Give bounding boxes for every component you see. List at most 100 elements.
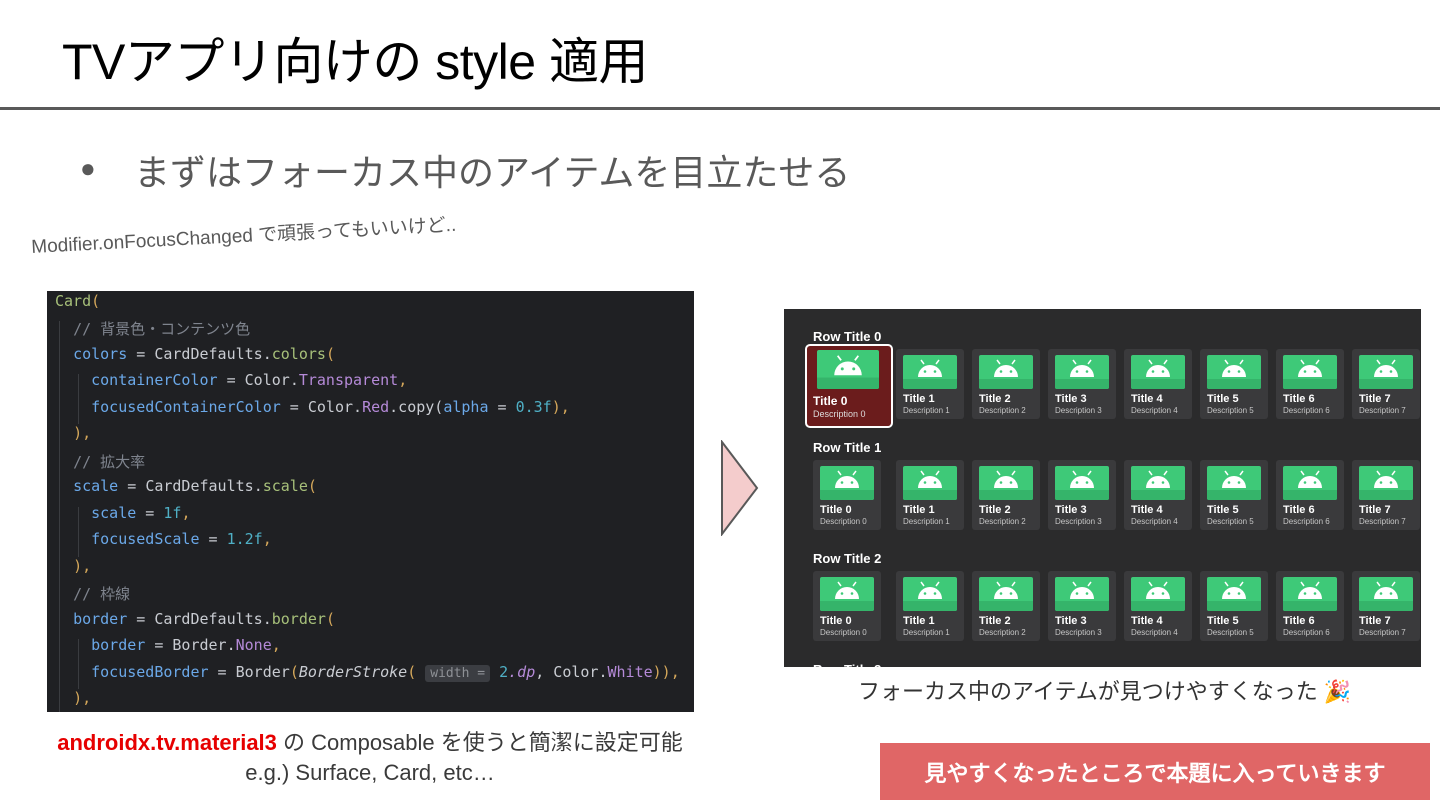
tv-card[interactable]: Title 6 Description 6 (1276, 349, 1344, 419)
code-token: scale (262, 477, 308, 495)
code-token: = (127, 610, 155, 628)
android-icon (1207, 470, 1261, 500)
tv-card[interactable]: Title 0 Description 0 (813, 460, 881, 530)
card-description: Description 2 (979, 406, 1026, 415)
card-thumbnail (979, 355, 1033, 389)
card-thumbnail (820, 466, 874, 500)
tv-card[interactable]: Title 7 Description 7 (1352, 349, 1420, 419)
code-line-8: scale = CardDefaults.scale( (55, 477, 317, 495)
card-title: Title 7 (1359, 393, 1391, 405)
card-description: Description 0 (820, 628, 867, 637)
card-title: Title 0 (813, 394, 848, 408)
code-token: ( (407, 663, 417, 681)
code-token: alpha (443, 398, 489, 416)
tv-card[interactable]: Title 1 Description 1 (896, 349, 964, 419)
tv-card[interactable]: Title 4 Description 4 (1124, 460, 1192, 530)
tv-card[interactable]: Title 0 Description 0 (813, 571, 881, 641)
card-description: Description 7 (1359, 628, 1406, 637)
card-description: Description 0 (820, 517, 867, 526)
code-token: ( (325, 345, 335, 363)
tv-card[interactable]: Title 7 Description 7 (1352, 571, 1420, 641)
android-icon (1055, 581, 1109, 611)
code-token: = (208, 663, 236, 681)
code-token: , (271, 636, 281, 654)
code-comment: // 背景色・コンテンツ色 (73, 320, 251, 338)
code-token: colors (271, 345, 326, 363)
code-token: 1f (163, 504, 182, 522)
card-description: Description 1 (903, 517, 950, 526)
card-title: Title 6 (1283, 504, 1315, 516)
code-line-7: // 拡大率 (55, 451, 145, 472)
card-thumbnail (1131, 577, 1185, 611)
code-token: 1.2f (226, 530, 263, 548)
code-comment: // 拡大率 (73, 453, 146, 471)
card-title: Title 2 (979, 393, 1011, 405)
tv-card[interactable]: Title 5 Description 5 (1200, 349, 1268, 419)
card-description: Description 4 (1131, 406, 1178, 415)
code-token: , (181, 504, 191, 522)
tv-card[interactable]: Title 3 Description 3 (1048, 571, 1116, 641)
tv-card[interactable]: Title 4 Description 4 (1124, 349, 1192, 419)
tv-card[interactable]: Title 1 Description 1 (896, 460, 964, 530)
card-title: Title 3 (1055, 504, 1087, 516)
android-icon (903, 359, 957, 389)
tv-card[interactable]: Title 3 Description 3 (1048, 460, 1116, 530)
inlay-hint: width = (425, 665, 491, 682)
tv-card[interactable]: Title 2 Description 2 (972, 460, 1040, 530)
code-token: CardDefaults (154, 345, 263, 363)
tv-card-focused[interactable]: Title 0 Description 0 (805, 344, 893, 428)
code-line-6: ), (55, 424, 91, 442)
code-token: None (235, 636, 272, 654)
tv-card[interactable]: Title 6 Description 6 (1276, 571, 1344, 641)
code-token: Card (55, 292, 92, 310)
android-icon (1283, 359, 1337, 389)
android-icon (1131, 470, 1185, 500)
card-thumbnail (1359, 355, 1413, 389)
card-description: Description 0 (813, 409, 866, 419)
tv-card[interactable]: Title 5 Description 5 (1200, 571, 1268, 641)
tv-screenshot: Row Title 0 Title 0 Description 0 Title 1 De… (784, 309, 1421, 667)
card-thumbnail (1283, 577, 1337, 611)
android-icon (820, 581, 874, 611)
card-title: Title 5 (1207, 504, 1239, 516)
code-token: focusedContainerColor (91, 398, 281, 416)
code-token: , (670, 663, 680, 681)
code-token: Color (244, 371, 290, 389)
code-line-15: focusedBorder = Border(BorderStroke( wid… (55, 663, 680, 682)
card-title: Title 4 (1131, 504, 1163, 516)
tv-card[interactable]: Title 1 Description 1 (896, 571, 964, 641)
row-title: Row Title 1 (813, 440, 882, 455)
card-description: Description 6 (1283, 517, 1330, 526)
slide-title: TVアプリ向けの style 適用 (62, 34, 648, 90)
bullet-icon: ● (80, 153, 96, 183)
code-line-5: focusedContainerColor = Color.Red.copy(a… (55, 398, 570, 416)
android-icon (1131, 359, 1185, 389)
card-description: Description 5 (1207, 517, 1254, 526)
tv-card[interactable]: Title 2 Description 2 (972, 571, 1040, 641)
code-token: focusedBorder (91, 663, 209, 681)
code-line-4: containerColor = Color.Transparent, (55, 371, 407, 389)
code-token: = (217, 371, 245, 389)
code-token: , (398, 371, 408, 389)
tv-card[interactable]: Title 6 Description 6 (1276, 460, 1344, 530)
code-token: . (262, 345, 272, 363)
caption-left-rest: の Composable を使うと簡潔に設定可能 (276, 730, 683, 755)
card-thumbnail (903, 466, 957, 500)
package-name: androidx.tv.material3 (57, 730, 277, 755)
code-token: . (353, 398, 363, 416)
code-token: CardDefaults (145, 477, 254, 495)
tv-card[interactable]: Title 4 Description 4 (1124, 571, 1192, 641)
android-icon (1131, 581, 1185, 611)
card-description: Description 7 (1359, 517, 1406, 526)
card-thumbnail (1055, 577, 1109, 611)
tv-card[interactable]: Title 2 Description 2 (972, 349, 1040, 419)
code-line-10: focusedScale = 1.2f, (55, 530, 272, 548)
tv-card[interactable]: Title 3 Description 3 (1048, 349, 1116, 419)
code-line-9: scale = 1f, (55, 504, 190, 522)
android-icon (979, 581, 1033, 611)
tv-card[interactable]: Title 5 Description 5 (1200, 460, 1268, 530)
card-title: Title 0 (820, 615, 852, 627)
code-line-3: colors = CardDefaults.colors( (55, 345, 335, 363)
tv-card[interactable]: Title 7 Description 7 (1352, 460, 1420, 530)
banner-text: 見やすくなったところで本題に入っていきます (924, 760, 1386, 786)
